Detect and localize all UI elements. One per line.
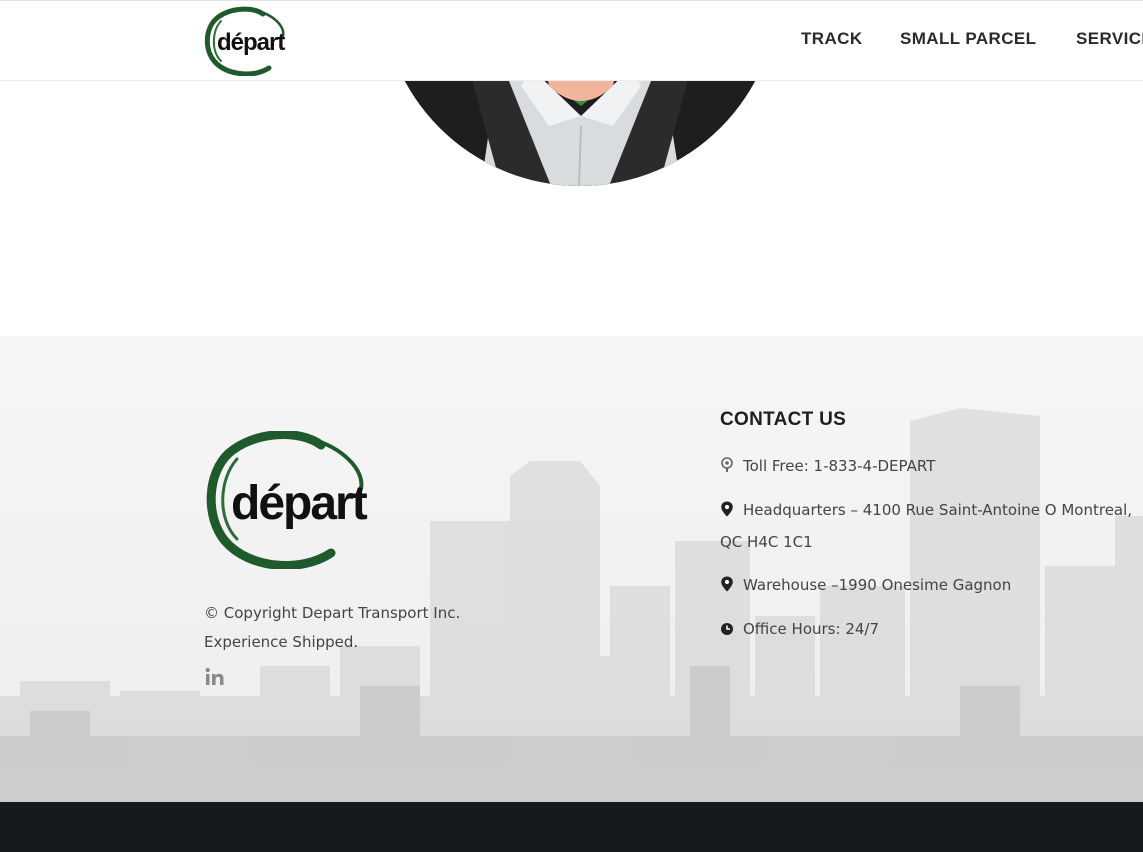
- contact-us-heading: CONTACT US: [720, 409, 847, 430]
- phone-icon: [721, 457, 733, 472]
- linkedin-icon[interactable]: [204, 666, 226, 688]
- clock-icon: [721, 623, 733, 635]
- contact-office-hours: Office Hours: 24/7: [720, 620, 879, 638]
- copyright-block: © Copyright Depart Transport Inc. Experi…: [204, 599, 460, 657]
- nav-track[interactable]: TRACK: [801, 29, 863, 49]
- avatar-illustration: [381, 81, 779, 186]
- contact-warehouse: Warehouse –1990 Onesime Gagnon: [720, 576, 1011, 594]
- tagline-text: Experience Shipped.: [204, 633, 359, 651]
- team-avatar: [381, 81, 779, 186]
- toll-free-text: Toll Free: 1-833-4-DEPART: [743, 457, 936, 475]
- contact-headquarters: Headquarters – 4100 Rue Saint-Antoine O …: [720, 494, 1143, 558]
- office-hours-text: Office Hours: 24/7: [743, 620, 880, 638]
- contact-toll-free: Toll Free: 1-833-4-DEPART: [720, 457, 935, 475]
- map-pin-icon: [721, 501, 733, 517]
- site-header: départ TRACK SMALL PARCEL SERVICES: [0, 0, 1143, 81]
- bottom-bar: [0, 802, 1143, 852]
- montreal-skyline-background: [0, 408, 1143, 802]
- copyright-text: © Copyright Depart Transport Inc.: [204, 604, 461, 622]
- main-nav: TRACK SMALL PARCEL SERVICES: [0, 29, 1143, 53]
- svg-text:départ: départ: [231, 477, 368, 530]
- headquarters-text: Headquarters – 4100 Rue Saint-Antoine O …: [720, 501, 1133, 551]
- site-footer: départ © Copyright Depart Transport Inc.…: [0, 336, 1143, 802]
- nav-services[interactable]: SERVICES: [1076, 29, 1143, 49]
- warehouse-text: Warehouse –1990 Onesime Gagnon: [743, 576, 1012, 594]
- map-pin-icon: [721, 576, 733, 592]
- footer-depart-logo[interactable]: départ: [203, 431, 375, 569]
- nav-small-parcel[interactable]: SMALL PARCEL: [900, 29, 1036, 49]
